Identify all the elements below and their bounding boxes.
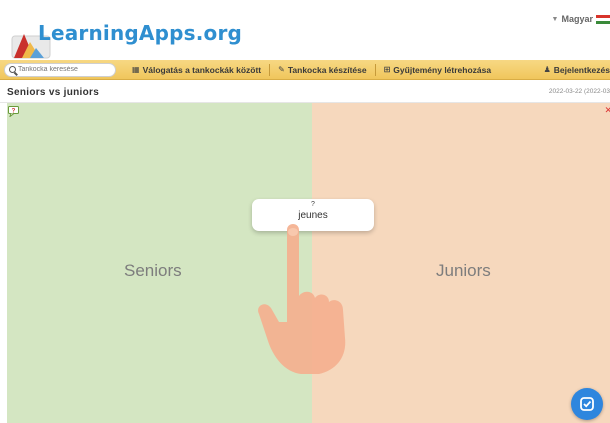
- collection-icon: ⊞: [383, 65, 391, 74]
- page: LearningApps.org ▼ Magyar ▦ Válogatás a …: [0, 0, 610, 423]
- check-icon: [580, 397, 594, 411]
- zone-label-juniors: Juniors: [436, 261, 491, 280]
- hungarian-flag-icon: [596, 14, 610, 24]
- nav-create-app[interactable]: ✎ Tankocka készítése: [270, 60, 374, 80]
- card-hint: ?: [311, 201, 315, 208]
- nav-browse-label: Válogatás a tankockák között: [142, 64, 262, 75]
- pointing-hand-icon: [258, 224, 346, 374]
- site-header: LearningApps.org ▼ Magyar: [0, 0, 610, 60]
- logo-text: LearningApps.org: [38, 21, 243, 45]
- nav-browse-apps[interactable]: ▦ Válogatás a tankockák között: [124, 60, 269, 80]
- search-icon: [9, 66, 16, 73]
- main-nav: ▦ Válogatás a tankockák között ✎ Tankock…: [0, 60, 610, 80]
- nav-create-collection[interactable]: ⊞ Gyűjtemény létrehozása: [376, 60, 500, 80]
- game-area: Seniors Juniors ? ✕ ? jeunes: [7, 103, 610, 423]
- learningapps-logo[interactable]: LearningApps.org: [10, 14, 242, 60]
- user-icon: ♟: [543, 65, 551, 74]
- language-selector[interactable]: ▼ Magyar: [552, 14, 610, 24]
- search-box[interactable]: [4, 62, 116, 77]
- nav-create-label: Tankocka készítése: [287, 64, 367, 75]
- pencil-icon: ✎: [278, 65, 285, 74]
- grid-icon: ▦: [132, 65, 140, 74]
- search-input[interactable]: [18, 66, 113, 73]
- svg-text:?: ?: [12, 109, 16, 115]
- caret-down-icon: ▼: [551, 15, 559, 23]
- close-icon[interactable]: ✕: [604, 105, 610, 116]
- app-date: 2022-03-22 (2022-03: [548, 88, 610, 95]
- zone-label-seniors: Seniors: [124, 261, 182, 280]
- app-title: Seniors vs juniors: [7, 87, 100, 98]
- nav-collection-label: Gyűjtemény létrehozása: [393, 64, 492, 75]
- nav-login[interactable]: ♟ Bejelentkezés: [536, 60, 610, 80]
- help-icon[interactable]: ?: [8, 106, 21, 117]
- check-answers-button[interactable]: [571, 388, 603, 420]
- nav-login-label: Bejelentkezés: [553, 64, 610, 75]
- language-label: Magyar: [561, 14, 593, 24]
- app-title-bar: Seniors vs juniors 2022-03-22 (2022-03: [0, 81, 610, 103]
